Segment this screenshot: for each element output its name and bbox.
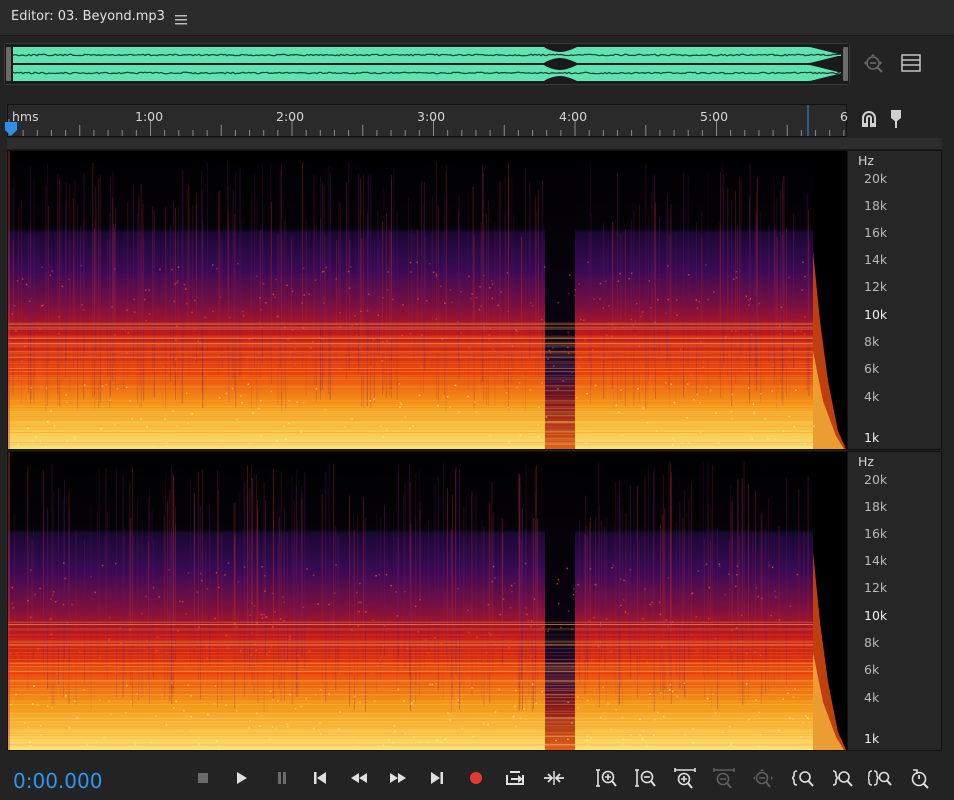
move-to-previous-button[interactable]	[308, 767, 332, 789]
spectral-channel-right[interactable]: Hz 20k 18k 16k 14k 12k 10k 8k 6k 4k 1k	[7, 451, 942, 751]
zoom-in-time-icon	[674, 768, 696, 789]
time-tick-label: 3:00	[417, 109, 446, 124]
fast-forward-icon	[390, 773, 406, 783]
zoom-out-full-icon	[753, 769, 773, 788]
zoom-in-point-icon	[792, 770, 814, 787]
playback-loop-button[interactable]	[503, 767, 527, 789]
zoom-reset-button[interactable]	[907, 767, 931, 789]
freq-tick-label: 14k	[864, 553, 888, 568]
hz-unit-label: Hz	[858, 153, 874, 168]
frequency-ruler[interactable]: Hz 20k 18k 16k 14k 12k 10k 8k 6k 4k 1k	[847, 151, 941, 449]
current-time-display[interactable]: 0:00.000	[13, 769, 102, 793]
freq-tick-label: 10k	[864, 608, 888, 623]
rewind-button[interactable]	[347, 767, 371, 789]
resize-grip-handle[interactable]	[459, 141, 491, 155]
freq-tick-label: 1k	[864, 731, 880, 746]
transport-bar: 0:00.000	[0, 758, 954, 800]
zoom-out-time-button[interactable]	[712, 767, 736, 789]
stop-button[interactable]	[191, 767, 215, 789]
skip-forward-icon	[431, 772, 443, 784]
freq-tick-label: 18k	[864, 198, 888, 213]
zoom-out-time-icon	[713, 768, 735, 789]
loop-icon	[506, 771, 524, 785]
record-icon	[470, 772, 482, 784]
panel-menu-icon[interactable]	[175, 11, 187, 25]
freq-tick-label: 18k	[864, 499, 888, 514]
time-tick-label: 6	[840, 109, 848, 124]
stop-icon	[198, 773, 208, 783]
freq-tick-label: 20k	[864, 472, 888, 487]
timeline-ruler[interactable]: hms 1:00 2:00 3:00 4:00 5:00 6	[4, 104, 848, 137]
skip-selection-button[interactable]	[542, 767, 566, 789]
freq-tick-label: 8k	[864, 635, 880, 650]
marker-pin-icon[interactable]	[889, 109, 903, 129]
overview-waveform-navigator[interactable]	[4, 43, 850, 85]
time-tick-label: 5:00	[700, 109, 729, 124]
zoom-to-selection-button[interactable]	[868, 767, 892, 789]
spectrogram-image[interactable]	[8, 151, 847, 449]
zoom-out-amplitude-button[interactable]	[634, 767, 658, 789]
editor-title: Editor: 03. Beyond.mp3	[11, 9, 165, 24]
zoom-reset-icon	[911, 769, 929, 789]
zoom-in-amplitude-icon	[596, 769, 617, 787]
zoom-selection-icon	[868, 770, 892, 786]
list-icon[interactable]	[900, 53, 922, 73]
freq-tick-label: 10k	[864, 307, 888, 322]
freq-tick-label: 6k	[864, 361, 880, 376]
magnet-icon[interactable]	[860, 110, 878, 128]
hz-unit-label: Hz	[858, 454, 874, 469]
freq-tick-label: 14k	[864, 252, 888, 267]
skip-selection-icon	[544, 771, 564, 785]
freq-tick-label: 12k	[864, 279, 888, 294]
zoom-in-amplitude-button[interactable]	[595, 767, 619, 789]
frequency-ruler[interactable]: Hz 20k 18k 16k 14k 12k 10k 8k 6k 4k 1k	[847, 452, 941, 750]
spectrogram-image[interactable]	[8, 452, 847, 750]
zoom-out-full-button[interactable]	[751, 767, 775, 789]
zoom-navigator-icon[interactable]	[862, 52, 886, 76]
spectral-frequency-display[interactable]	[8, 452, 847, 750]
rewind-icon	[351, 773, 367, 783]
play-icon	[237, 772, 247, 784]
pause-button[interactable]	[270, 767, 294, 789]
record-button[interactable]	[464, 767, 488, 789]
freq-tick-label: 4k	[864, 690, 880, 705]
fast-forward-button[interactable]	[386, 767, 410, 789]
pause-icon	[278, 772, 286, 784]
zoom-in-at-in-point-button[interactable]	[792, 767, 816, 789]
zoom-out-amplitude-icon	[635, 769, 656, 787]
time-tick-label: 1:00	[135, 109, 164, 124]
freq-tick-label: 8k	[864, 334, 880, 349]
zoom-out-point-icon	[832, 770, 853, 787]
move-to-next-button[interactable]	[425, 767, 449, 789]
play-button[interactable]	[229, 767, 253, 789]
freq-tick-label: 16k	[864, 225, 888, 240]
freq-tick-label: 4k	[864, 389, 880, 404]
spectral-frequency-display[interactable]	[8, 151, 847, 449]
skip-back-icon	[314, 772, 326, 784]
freq-tick-label: 16k	[864, 526, 888, 541]
freq-tick-label: 20k	[864, 171, 888, 186]
chevron-down-icon[interactable]	[919, 141, 929, 156]
panel-title-bar: Editor: 03. Beyond.mp3	[0, 0, 954, 36]
zoom-in-time-button[interactable]	[673, 767, 697, 789]
zoom-in-at-out-point-button[interactable]	[831, 767, 855, 789]
channel-divider-strip	[7, 138, 942, 156]
overview-waveform[interactable]	[5, 44, 849, 84]
freq-tick-label: 1k	[864, 430, 880, 445]
spectral-channel-left[interactable]: Hz 20k 18k 16k 14k 12k 10k 8k 6k 4k 1k	[7, 150, 942, 450]
time-tick-label: 4:00	[559, 109, 588, 124]
freq-tick-label: 12k	[864, 580, 888, 595]
playhead-handle[interactable]	[4, 121, 18, 137]
freq-tick-label: 6k	[864, 662, 880, 677]
time-tick-label: 2:00	[276, 109, 305, 124]
